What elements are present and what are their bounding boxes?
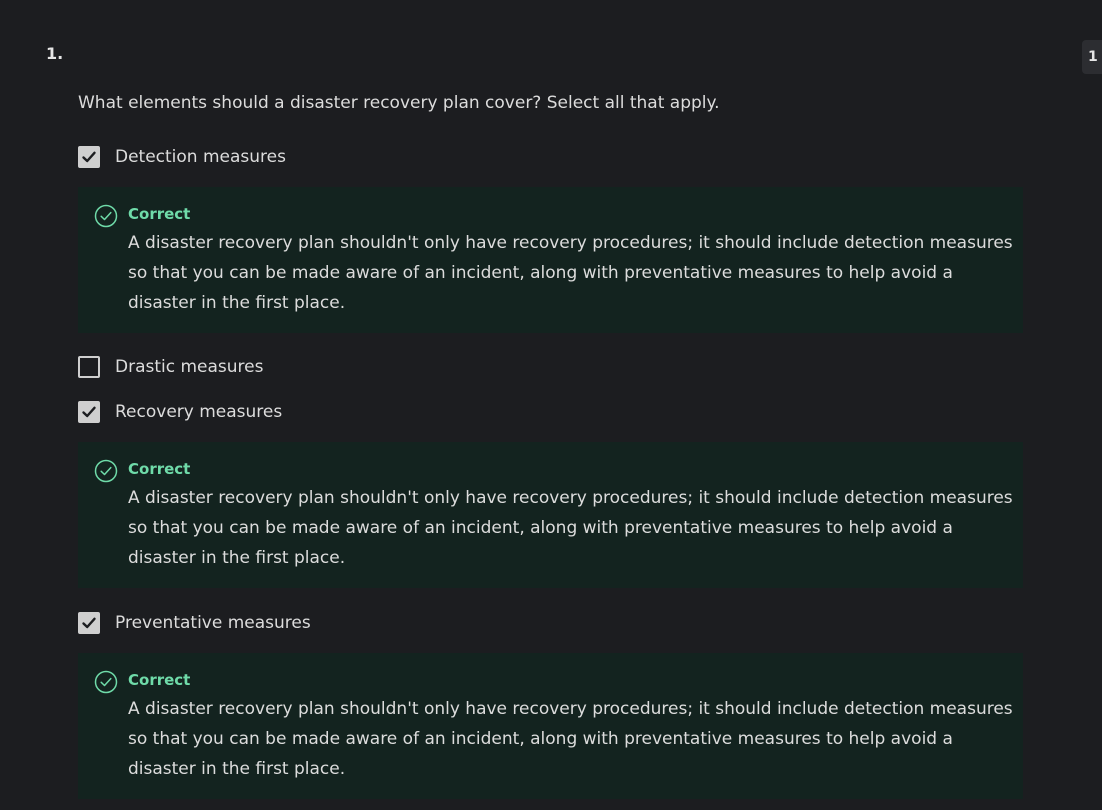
option-drastic-measures[interactable]: Drastic measures (78, 355, 264, 379)
question-number: 1. (46, 44, 64, 63)
feedback-panel: Correct A disaster recovery plan shouldn… (78, 187, 1023, 333)
feedback-text: A disaster recovery plan shouldn't only … (128, 488, 1013, 568)
option-label: Recovery measures (115, 402, 283, 422)
feedback-panel: Correct A disaster recovery plan shouldn… (78, 442, 1023, 588)
check-circle-icon (94, 670, 118, 694)
option-preventative-measures[interactable]: Preventative measures (78, 611, 311, 635)
option-label: Detection measures (115, 147, 286, 167)
option-label: Drastic measures (115, 357, 264, 377)
checkbox-checked[interactable] (78, 612, 100, 634)
feedback-status: Correct (128, 460, 191, 478)
feedback-text: A disaster recovery plan shouldn't only … (128, 233, 1013, 313)
checkmark-icon (82, 406, 96, 418)
feedback-status: Correct (128, 205, 191, 223)
feedback-text: A disaster recovery plan shouldn't only … (128, 699, 1013, 779)
feedback-panel: Correct A disaster recovery plan shouldn… (78, 653, 1023, 799)
question-prompt: What elements should a disaster recovery… (78, 93, 720, 113)
checkmark-icon (82, 617, 96, 629)
option-detection-measures[interactable]: Detection measures (78, 145, 286, 169)
option-label: Preventative measures (115, 613, 311, 633)
quiz-page: 1. 1 / What elements should a disaster r… (0, 0, 1102, 810)
check-circle-icon (94, 459, 118, 483)
checkbox-checked[interactable] (78, 401, 100, 423)
option-recovery-measures[interactable]: Recovery measures (78, 400, 282, 424)
feedback-status: Correct (128, 671, 191, 689)
check-circle-icon (94, 204, 118, 228)
checkbox-unchecked[interactable] (78, 356, 100, 378)
score-badge: 1 / (1082, 40, 1102, 74)
checkbox-checked[interactable] (78, 146, 100, 168)
checkmark-icon (82, 151, 96, 163)
